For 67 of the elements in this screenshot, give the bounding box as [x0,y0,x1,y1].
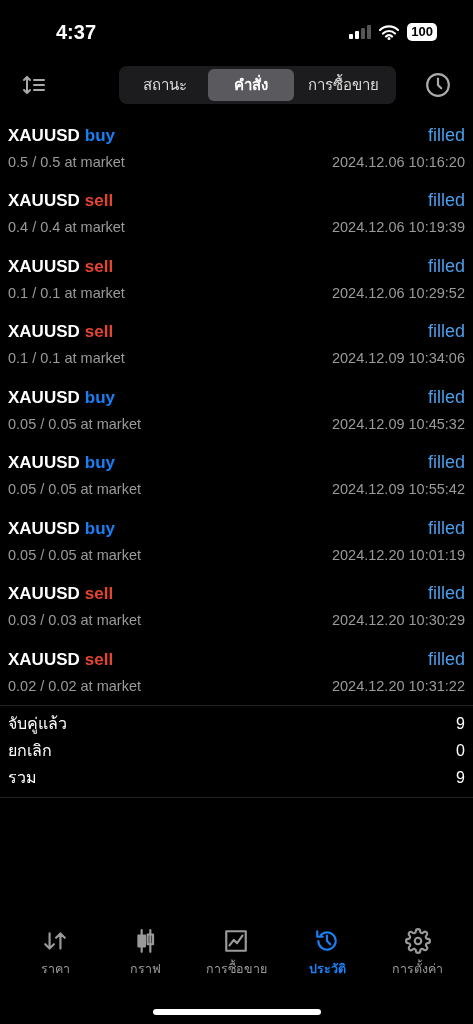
order-status: filled [427,385,465,409]
order-time: 2024.12.20 10:30:29 [331,611,465,631]
order-volume: 0.1 / 0.1 at market [8,349,125,369]
order-volume: 0.5 / 0.5 at market [8,152,125,172]
order-symbol: XAUUSD [8,452,80,475]
order-status: filled [427,451,465,475]
summary-label: จับคู่แล้ว [8,714,67,736]
summary-value: 9 [456,714,465,734]
order-symbol: XAUUSD [8,124,80,147]
order-time: 2024.12.06 10:29:52 [331,283,465,303]
order-side: sell [84,583,114,606]
order-time: 2024.12.20 10:31:22 [331,676,465,696]
order-time: 2024.12.20 10:01:19 [331,545,465,565]
signal-icon [349,25,372,39]
order-side: sell [84,255,114,278]
tab-bar-item[interactable]: ราคา [10,928,101,979]
order-symbol: XAUUSD [8,386,80,409]
order-status: filled [427,647,465,671]
tab-bar-item[interactable]: กราฟ [100,928,191,979]
order-time: 2024.12.09 10:45:32 [331,414,465,434]
order-symbol: XAUUSD [8,255,80,278]
order-volume: 0.05 / 0.05 at market [8,414,141,434]
order-time: 2024.12.09 10:55:42 [331,480,465,500]
order-volume: 0.03 / 0.03 at market [8,611,141,631]
order-time: 2024.12.06 10:16:20 [331,152,465,172]
segment-tab[interactable]: สถานะ [122,69,208,101]
order-side: sell [84,648,114,671]
order-time: 2024.12.06 10:19:39 [331,218,465,238]
segment-tab[interactable]: การซื้อขาย [294,69,393,101]
order-volume: 0.05 / 0.05 at market [8,480,141,500]
tab-bar-item[interactable]: ประวัติ [282,928,373,979]
order-status: filled [427,582,465,606]
order-volume: 0.4 / 0.4 at market [8,218,125,238]
line-chart-icon [223,928,250,955]
order-side: buy [84,517,116,540]
order-status: filled [427,254,465,278]
order-status: filled [427,189,465,213]
order-symbol: XAUUSD [8,648,80,671]
order-status: filled [427,516,465,540]
summary-value: 0 [456,741,465,761]
order-symbol: XAUUSD [8,583,80,606]
summary-label: ยกเลิก [8,741,52,761]
order-side: buy [84,452,116,475]
settings-icon [404,928,431,955]
summary-label: รวม [8,768,37,788]
sort-icon[interactable] [22,75,46,95]
order-status: filled [427,123,465,147]
order-symbol: XAUUSD [8,517,80,540]
tab-bar-item[interactable]: การซื้อขาย [191,928,282,979]
order-status: filled [427,320,465,344]
order-side: sell [84,321,114,344]
tab-bar-item[interactable]: การตั้งค่า [372,928,463,979]
segment-tab[interactable]: คำสั่ง [208,69,294,101]
battery-indicator: 100 [407,23,437,41]
wifi-icon [379,24,400,40]
order-side: sell [84,190,114,213]
order-side: buy [84,124,116,147]
order-volume: 0.05 / 0.05 at market [8,545,141,565]
clock-icon[interactable] [425,72,451,98]
summary-value: 9 [456,768,465,788]
order-side: buy [84,386,116,409]
order-symbol: XAUUSD [8,190,80,213]
order-symbol: XAUUSD [8,321,80,344]
status-time: 4:37 [56,20,97,45]
order-volume: 0.1 / 0.1 at market [8,283,125,303]
order-time: 2024.12.09 10:34:06 [331,349,465,369]
order-volume: 0.02 / 0.02 at market [8,676,141,696]
